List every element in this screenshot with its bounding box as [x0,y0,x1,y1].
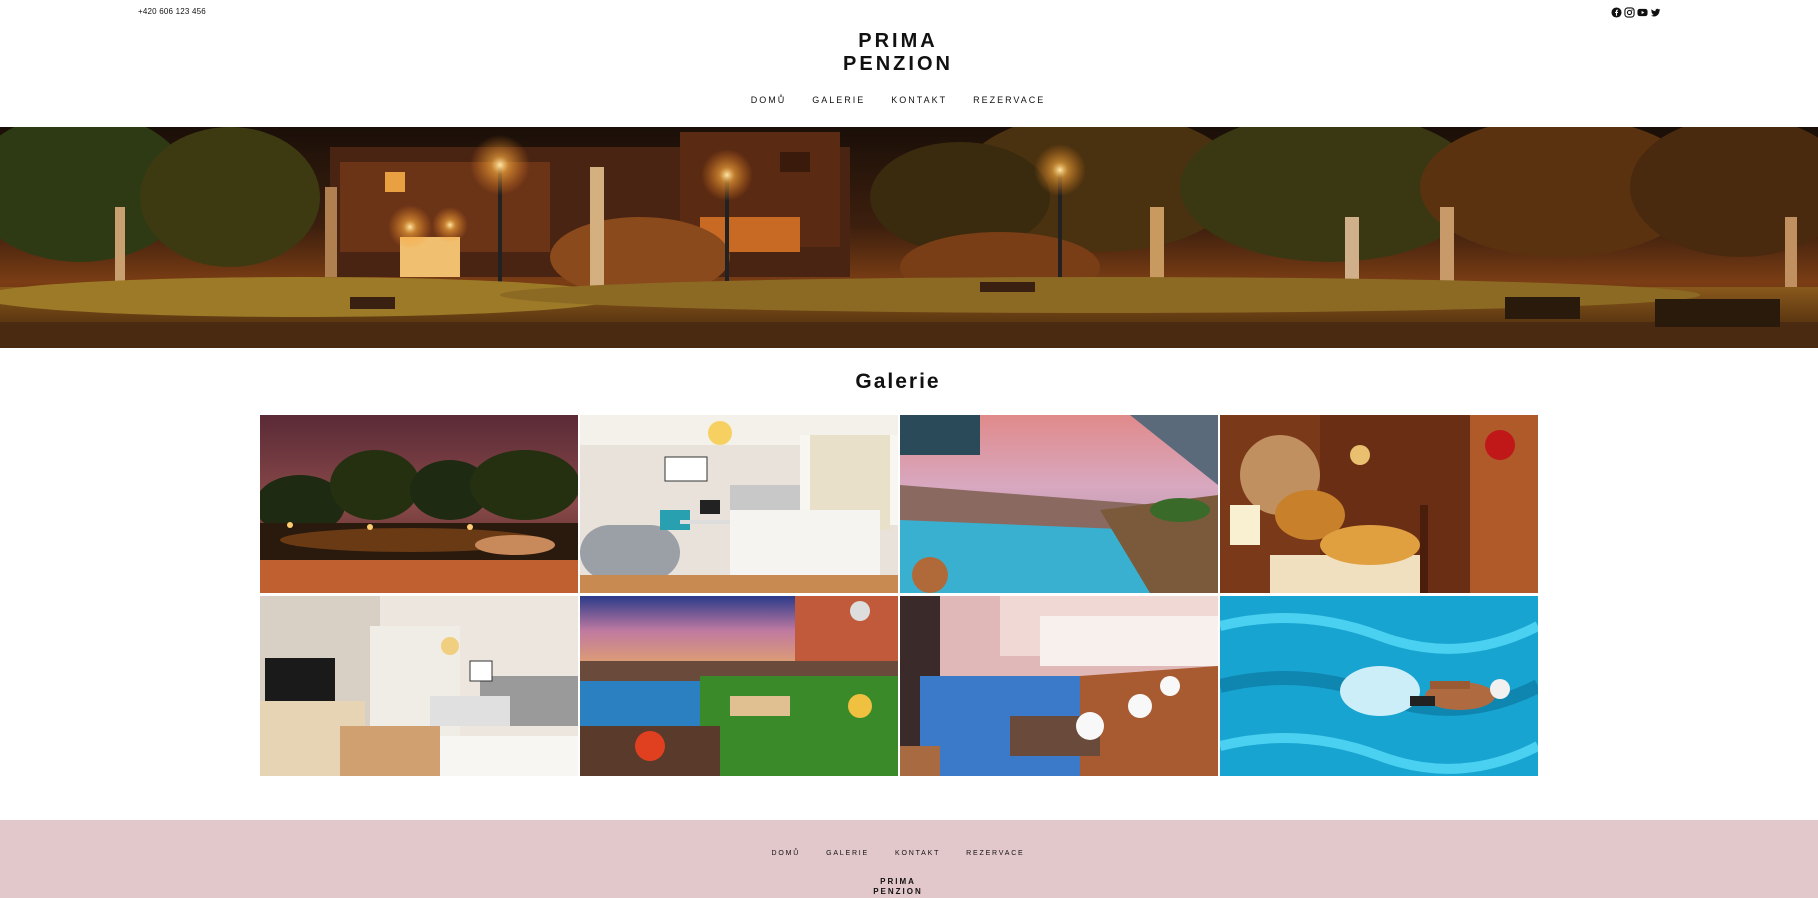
nav-item-kontakt[interactable]: KONTAKT [891,95,947,105]
site-header: +420 606 123 456 PRIMA PENZION DOMŮ GALE… [0,0,1818,127]
nav-item-rezervace[interactable]: REZERVACE [973,95,1045,105]
gallery-image-infinity-pool-sunset[interactable] [900,415,1218,593]
gallery-image-swimmer-pool[interactable] [1220,596,1538,776]
nav-item-domu[interactable]: DOMŮ [751,95,787,105]
footer-nav-item-kontakt[interactable]: KONTAKT [895,850,940,857]
gallery-image-breakfast-buffet[interactable] [1220,415,1538,593]
footer-logo[interactable]: PRIMA PENZION [0,877,1796,897]
instagram-icon[interactable] [1624,7,1635,18]
footer-nav: DOMŮ GALERIE KONTAKT REZERVACE [0,850,1796,857]
main-nav: DOMŮ GALERIE KONTAKT REZERVACE [0,95,1796,105]
youtube-icon[interactable] [1637,7,1648,18]
footer-nav-item-galerie[interactable]: GALERIE [826,850,869,857]
site-logo[interactable]: PRIMA PENZION [0,30,1796,76]
hero-banner-image [0,127,1818,348]
footer-logo-line-2: PENZION [873,887,923,896]
nav-item-galerie[interactable]: GALERIE [812,95,865,105]
gallery-image-room-with-tv[interactable] [260,596,578,776]
gallery-image-bedroom-desk[interactable] [580,415,898,593]
gallery-image-garden-pool-terrace[interactable] [580,596,898,776]
facebook-icon[interactable] [1611,7,1622,18]
phone-number[interactable]: +420 606 123 456 [138,7,206,16]
twitter-icon[interactable] [1650,7,1661,18]
gallery-image-rooftop-pool-dining[interactable] [900,596,1218,776]
gallery-title: Galerie [855,370,941,393]
footer-logo-line-1: PRIMA [880,877,916,886]
social-links [1611,7,1661,18]
logo-line-1: PRIMA [858,30,938,52]
gallery-grid [260,415,1538,777]
logo-line-2: PENZION [843,53,953,75]
footer-nav-item-rezervace[interactable]: REZERVACE [966,850,1024,857]
site-footer: DOMŮ GALERIE KONTAKT REZERVACE PRIMA PEN… [0,820,1818,898]
gallery-image-park-lake-night[interactable] [260,415,578,593]
footer-nav-item-domu[interactable]: DOMŮ [771,850,800,857]
